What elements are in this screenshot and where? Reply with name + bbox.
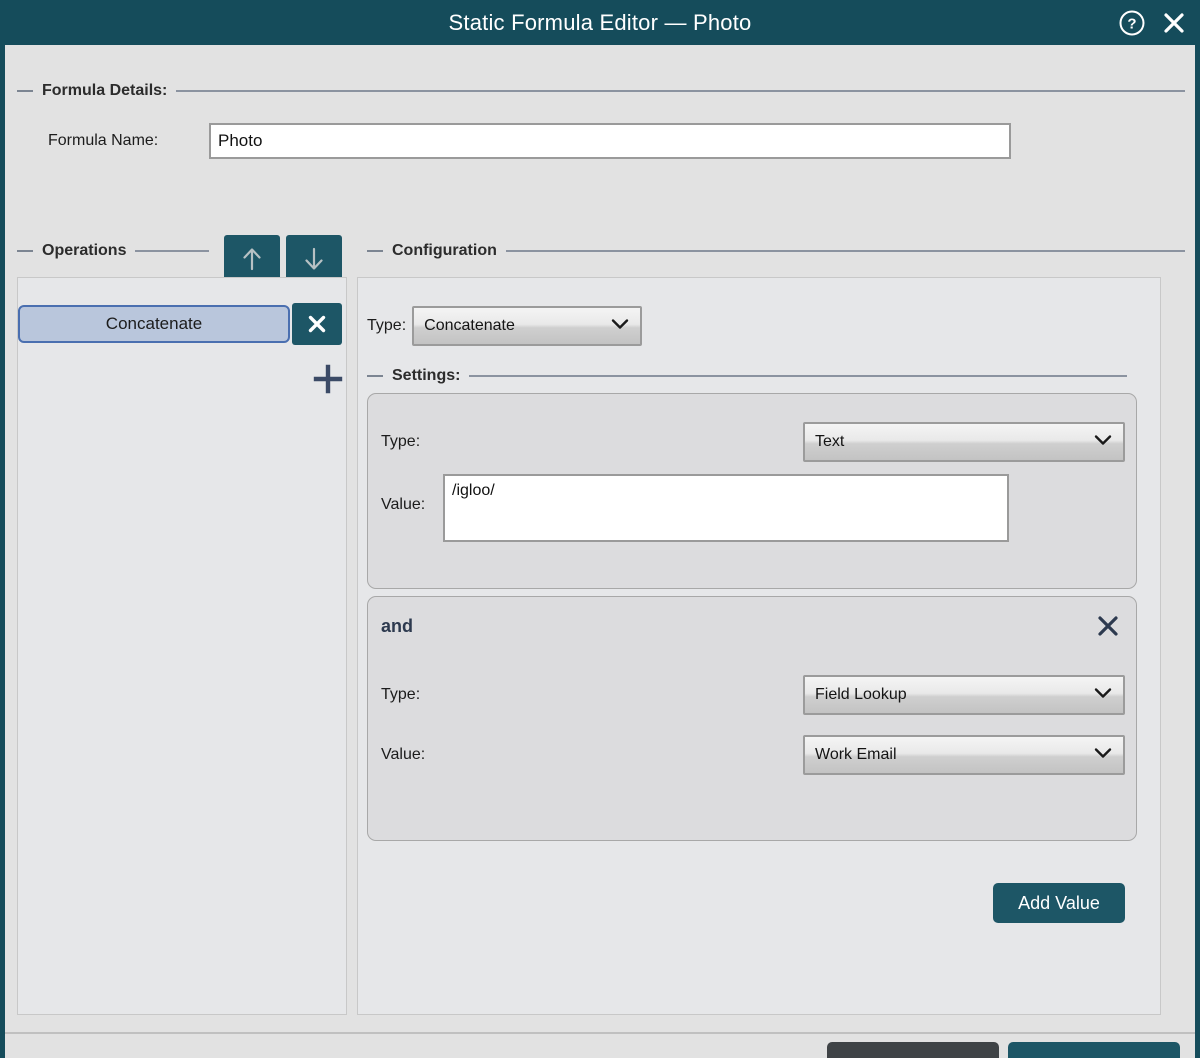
formula-details-legend-label: Formula Details: [42,82,168,99]
save-button[interactable]: Save [1008,1042,1180,1058]
value-type-value: Text [815,433,845,450]
add-value-button[interactable]: Add Value [993,883,1125,923]
close-icon[interactable] [1160,9,1188,37]
configuration-type-label: Type: [367,317,407,334]
legend-rule [135,250,209,252]
configuration-group: Configuration [367,241,1185,261]
operations-group: Operations [17,241,209,261]
legend-rule [505,250,1185,252]
legend-rule [176,90,1185,92]
svg-text:?: ? [1127,15,1136,32]
titlebar: Static Formula Editor — Photo ? [0,0,1200,45]
operations-list-panel: Concatenate [17,277,347,1015]
operations-legend: Operations [17,241,209,261]
value-type-row: Type: Field Lookup [381,675,1125,715]
cancel-button[interactable]: Cancel [827,1042,999,1058]
value-select-value: Work Email [815,746,897,763]
formula-name-input[interactable] [209,123,1011,159]
value-textarea[interactable] [443,474,1009,542]
value-card-title: and [381,615,414,636]
formula-name-label: Formula Name: [48,132,159,149]
legend-rule [469,375,1127,377]
value-type-select[interactable]: Text [803,422,1125,462]
value-type-row: Type: Text [381,422,1125,462]
configuration-legend-label: Configuration [392,242,497,259]
chevron-down-icon [1093,686,1113,705]
value-card-header: and [381,611,1123,641]
legend-dash-icon [367,375,383,377]
formula-name-row: Formula Name: [17,123,1185,159]
operation-item-label: Concatenate [105,314,203,333]
value-type-select[interactable]: Field Lookup [803,675,1125,715]
legend-dash-icon [17,250,33,252]
configuration-type-row: Type: Concatenate [367,306,643,346]
settings-value-card: and Type: Field Lookup Value: Work Email [367,596,1137,841]
value-select[interactable]: Work Email [803,735,1125,775]
arrow-up-icon [243,248,261,271]
chevron-down-icon [1093,746,1113,765]
value-content-row: Value: [381,474,1125,542]
operation-reorder-controls [224,235,342,283]
formula-details-group: Formula Details: Formula Name: [17,81,1185,159]
plus-icon [313,364,343,394]
close-icon [1098,616,1118,636]
configuration-type-select[interactable]: Concatenate [412,306,643,346]
configuration-panel: Type: Concatenate Settings: Type: Text V… [357,277,1161,1015]
value-type-label: Type: [381,433,421,450]
operation-row: Concatenate [18,303,348,345]
value-type-value: Field Lookup [815,686,907,703]
configuration-legend: Configuration [367,241,1185,261]
value-type-label: Type: [381,686,421,703]
help-circle-icon[interactable]: ? [1118,9,1146,37]
arrow-down-icon [305,247,323,270]
settings-group: Settings: [367,366,1127,386]
titlebar-controls: ? [1118,0,1188,45]
remove-value-button[interactable] [1093,611,1123,641]
formula-details-legend: Formula Details: [17,81,1185,101]
chevron-down-icon [610,317,630,336]
move-operation-down-button[interactable] [286,235,342,283]
dialog-body: Formula Details: Formula Name: Operation… [5,45,1195,1058]
settings-legend: Settings: [367,366,1127,386]
configuration-type-value: Concatenate [424,317,515,334]
add-operation-button[interactable] [304,355,352,403]
static-formula-editor-window: Static Formula Editor — Photo ? Formula … [0,0,1200,1058]
legend-dash-icon [367,250,383,252]
value-label: Value: [381,746,426,763]
operation-item-concatenate[interactable]: Concatenate [18,305,290,343]
value-content-row: Value: Work Email [381,735,1125,775]
operations-legend-label: Operations [42,242,127,259]
settings-value-card: Type: Text Value: [367,393,1137,589]
remove-operation-button[interactable] [292,303,342,345]
settings-legend-label: Settings: [392,367,461,384]
legend-dash-icon [17,90,33,92]
footer-buttons: Cancel Save [827,1042,1180,1058]
close-icon [308,315,326,333]
window-title: Static Formula Editor — Photo [448,9,752,35]
value-label: Value: [381,496,426,513]
chevron-down-icon [1093,433,1113,452]
dialog-footer: Cancel Save [5,1034,1195,1058]
move-operation-up-button[interactable] [224,235,280,283]
